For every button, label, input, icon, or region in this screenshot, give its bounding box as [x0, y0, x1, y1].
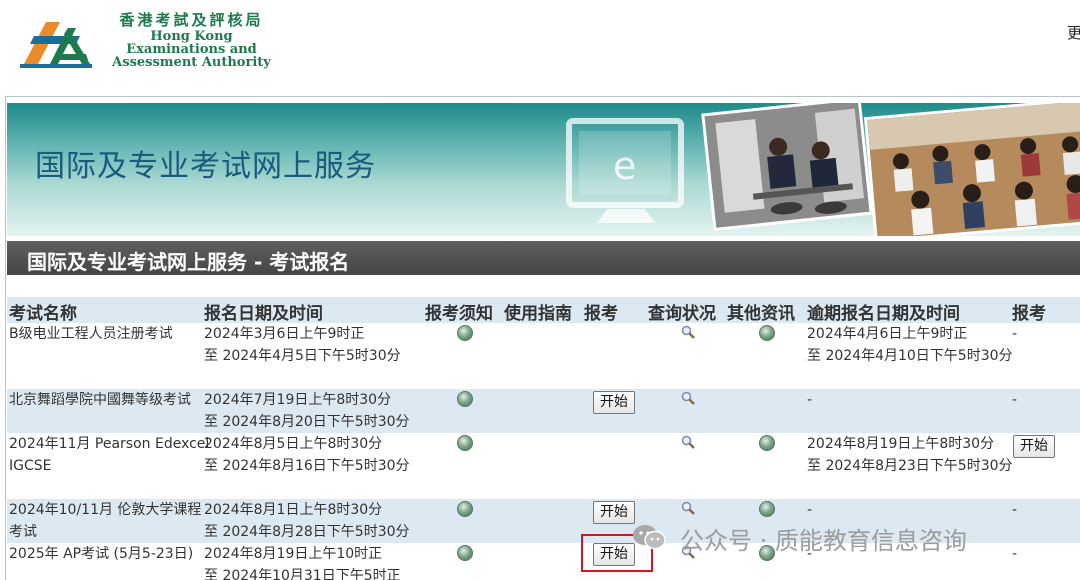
- start-apply-button[interactable]: 开始: [593, 501, 635, 524]
- globe-icon[interactable]: [457, 391, 473, 407]
- exam-name-line-2: 考试: [9, 524, 37, 540]
- magnifier-icon[interactable]: [681, 435, 695, 449]
- exam-room-photo: [701, 103, 873, 232]
- table-row: 北京舞蹈學院中國舞等级考试 2024年7月19日上午8时30分 至 2024年8…: [7, 389, 1080, 433]
- hkeaa-logo-mark-icon: [20, 22, 92, 68]
- exam-name: 2024年10/11月 伦敦大学课程: [9, 502, 202, 518]
- exam-name: B级电业工程人员注册考试: [9, 326, 173, 342]
- table-header-row: 考试名称 报名日期及时间 报考须知 使用指南 报考 查询状况 其他资讯 逾期报名…: [7, 297, 1080, 324]
- top-right-link[interactable]: 更: [1067, 22, 1080, 43]
- col-header-apply: 报考: [584, 304, 618, 324]
- globe-icon[interactable]: [457, 501, 473, 517]
- late-registration-start: 2024年4月6日上午9时正: [807, 326, 968, 342]
- exam-hall-photo: [863, 103, 1080, 236]
- late-registration-end: 至 2024年4月10日下午5时30分: [807, 348, 1013, 364]
- globe-icon[interactable]: [457, 545, 473, 561]
- registration-end: 至 2024年8月16日下午5时30分: [204, 458, 410, 474]
- col-header-user-guide: 使用指南: [504, 304, 572, 324]
- start-apply-button[interactable]: 开始: [593, 391, 635, 414]
- logo-text: 香港考試及評核局 Hong Kong Examinations and Asse…: [104, 10, 279, 69]
- globe-icon[interactable]: [759, 501, 775, 517]
- table-row: B级电业工程人员注册考试 2024年3月6日上午9时正 至 2024年4月5日下…: [7, 323, 1080, 389]
- main-frame: 国际及专业考试网上服务 e 国际及专业考试网上服务 - 考试报名 考试名称 报名…: [5, 96, 1080, 580]
- col-header-exam-name: 考试名称: [9, 304, 77, 324]
- section-title: 国际及专业考试网上服务 - 考试报名: [27, 250, 350, 274]
- computer-e-icon: e: [566, 118, 684, 223]
- magnifier-icon[interactable]: [681, 391, 695, 405]
- late-registration-start: -: [807, 392, 813, 408]
- exam-name: 2024年11月 Pearson Edexcel: [9, 436, 210, 452]
- late-apply-status: -: [1012, 502, 1018, 518]
- banner: 国际及专业考试网上服务 e: [7, 103, 1080, 236]
- section-header-bar: 国际及专业考试网上服务 - 考试报名: [7, 241, 1080, 275]
- registration-end: 至 2024年8月28日下午5时30分: [204, 524, 410, 540]
- late-apply-status: -: [1012, 326, 1018, 342]
- registration-start: 2024年8月5日上午8时30分: [204, 436, 383, 452]
- logo-english-line-3: Assessment Authority: [112, 55, 271, 70]
- exam-name-line-2: IGCSE: [9, 458, 52, 474]
- registration-end: 至 2024年4月5日下午5时30分: [204, 348, 401, 364]
- globe-icon[interactable]: [457, 435, 473, 451]
- registration-start: 2024年7月19日上午8时30分: [204, 392, 392, 408]
- col-header-notice: 报考须知: [425, 304, 493, 324]
- late-apply-status: -: [1012, 392, 1018, 408]
- col-header-query-status: 查询状况: [648, 304, 716, 324]
- registration-start: 2024年8月19日上午10时正: [204, 546, 383, 562]
- globe-icon[interactable]: [759, 325, 775, 341]
- late-registration-start: -: [807, 502, 813, 518]
- late-registration-end: 至 2024年8月23日下午5时30分: [807, 458, 1013, 474]
- globe-icon[interactable]: [457, 325, 473, 341]
- late-registration-start: 2024年8月19日上午8时30分: [807, 436, 995, 452]
- wechat-icon: [633, 525, 666, 550]
- registration-start: 2024年3月6日上午9时正: [204, 326, 365, 342]
- col-header-registration-period: 报名日期及时间: [204, 304, 323, 324]
- late-apply-status: -: [1012, 546, 1018, 562]
- banner-title: 国际及专业考试网上服务: [35, 149, 376, 184]
- col-header-other-info: 其他资讯: [727, 304, 795, 324]
- globe-icon[interactable]: [759, 435, 775, 451]
- registration-end: 至 2024年10月31日下午5时正: [204, 568, 401, 580]
- registration-start: 2024年8月1日上午8时30分: [204, 502, 383, 518]
- table-row: 2024年11月 Pearson Edexcel IGCSE 2024年8月5日…: [7, 433, 1080, 499]
- watermark-text: 公众号 · 质能教育信息咨询: [680, 527, 967, 555]
- magnifier-icon[interactable]: [681, 501, 695, 515]
- logo-chinese-name: 香港考試及評核局: [119, 11, 264, 29]
- registration-end: 至 2024年8月20日下午5时30分: [204, 414, 410, 430]
- exam-name: 2025年 AP考试 (5月5-23日): [9, 546, 194, 562]
- svg-text:e: e: [613, 144, 636, 188]
- col-header-late-apply: 报考: [1012, 304, 1046, 324]
- late-start-apply-button[interactable]: 开始: [1013, 435, 1055, 458]
- magnifier-icon[interactable]: [681, 325, 695, 339]
- hkeaa-logo[interactable]: 香港考試及評核局 Hong Kong Examinations and Asse…: [20, 10, 280, 72]
- col-header-late-registration: 逾期报名日期及时间: [807, 304, 960, 324]
- exam-name: 北京舞蹈學院中國舞等级考试: [9, 392, 191, 408]
